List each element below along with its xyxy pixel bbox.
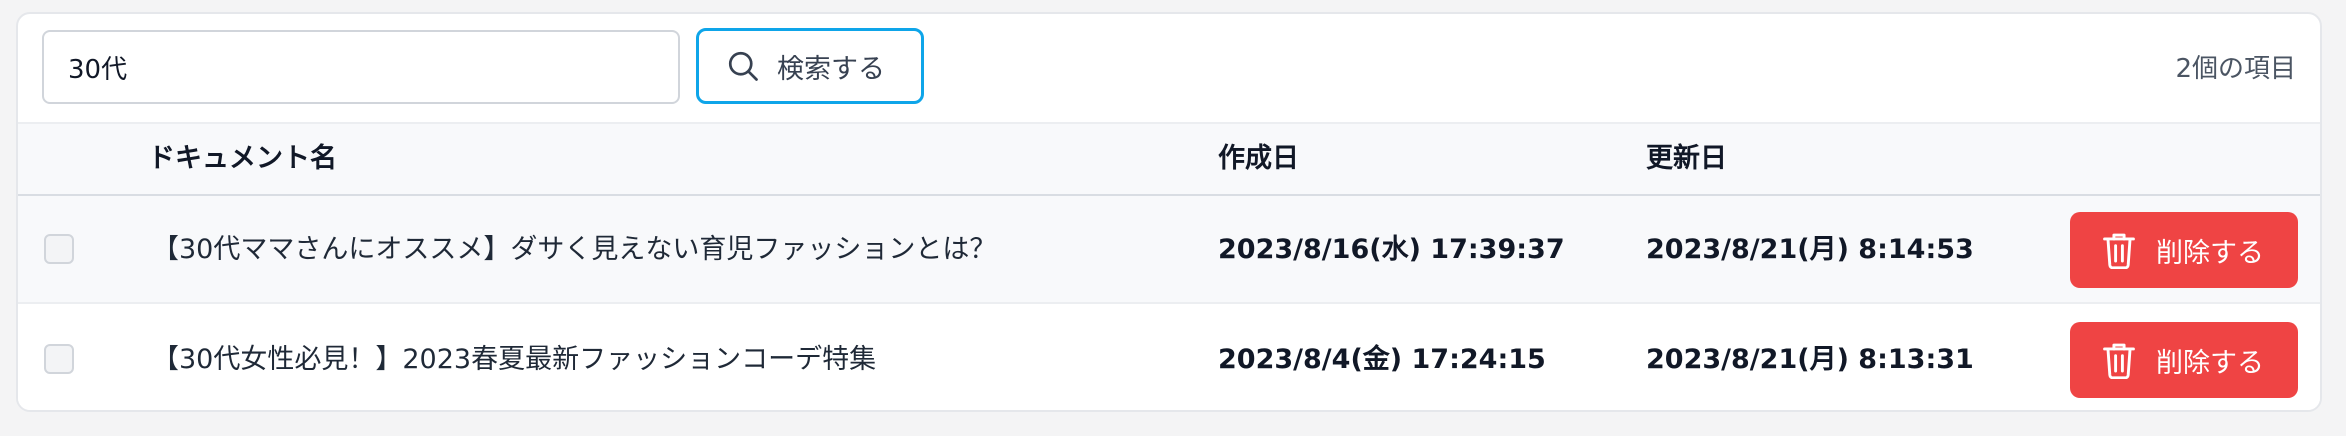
toolbar: 検索する 2個の項目 — [18, 14, 2320, 122]
document-name[interactable]: 【30代ママさんにオススメ】ダサく見えない育児ファッションとは？ — [152, 196, 996, 304]
created-date: 2023/8/4(金) 17:24:15 — [1218, 344, 1546, 375]
updated-date: 2023/8/21(月) 8:13:31 — [1646, 344, 1974, 375]
search-input[interactable] — [42, 30, 680, 104]
documents-panel: 検索する 2個の項目 ドキュメント名 作成日 更新日 【30代ママさんにオススメ… — [16, 12, 2322, 412]
row-checkbox[interactable] — [44, 234, 74, 264]
table-row: 【30代ママさんにオススメ】ダサく見えない育児ファッションとは？ 2023/8/… — [18, 196, 2320, 304]
document-name[interactable]: 【30代女性必見！】2023春夏最新ファッションコーデ特集 — [152, 306, 876, 410]
delete-button-label: 削除する — [2156, 347, 2264, 379]
search-button[interactable]: 検索する — [696, 28, 924, 104]
delete-button[interactable]: 削除する — [2070, 212, 2298, 288]
item-count: 2個の項目 — [2175, 54, 2296, 84]
header-updated-date: 更新日 — [1646, 143, 1727, 174]
search-icon — [728, 51, 758, 81]
updated-date: 2023/8/21(月) 8:14:53 — [1646, 234, 1974, 265]
trash-icon — [2103, 343, 2135, 379]
header-document-name: ドキュメント名 — [148, 143, 337, 174]
delete-button-label: 削除する — [2156, 237, 2264, 269]
table-header: ドキュメント名 作成日 更新日 — [18, 122, 2320, 196]
search-button-label: 検索する — [777, 53, 885, 85]
header-created-date: 作成日 — [1218, 143, 1299, 174]
table-row: 【30代女性必見！】2023春夏最新ファッションコーデ特集 2023/8/4(金… — [18, 306, 2320, 410]
delete-button[interactable]: 削除する — [2070, 322, 2298, 398]
row-checkbox[interactable] — [44, 344, 74, 374]
trash-icon — [2103, 233, 2135, 269]
created-date: 2023/8/16(水) 17:39:37 — [1218, 234, 1565, 265]
